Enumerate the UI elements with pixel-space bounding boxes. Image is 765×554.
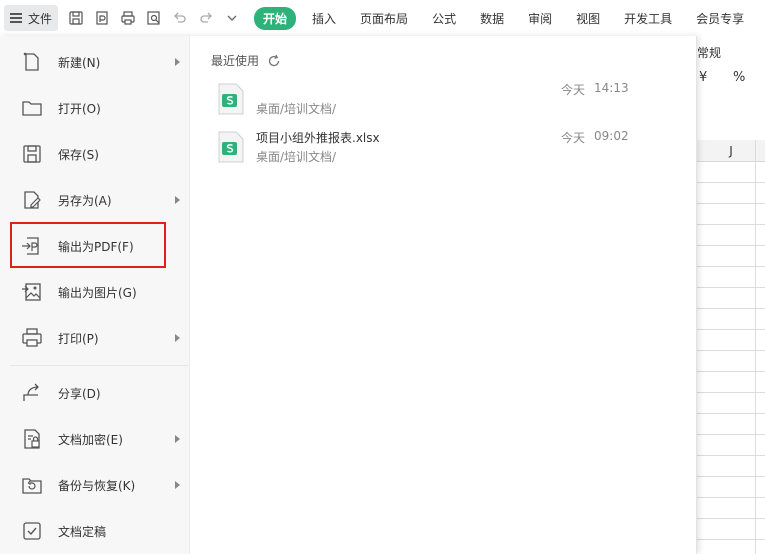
recent-file-time: 09:02	[594, 129, 629, 143]
menu-item-label: 新建(N)	[58, 55, 101, 70]
menu-item-export-image[interactable]: 输出为图片(G)	[0, 271, 190, 313]
recent-file-day: 今天	[561, 131, 586, 145]
save-icon	[19, 141, 45, 167]
recent-file-row[interactable]: 桌面/培训文档/ 今天 14:13	[218, 81, 638, 121]
tab-member[interactable]: 会员专享	[696, 10, 744, 27]
recent-file-day: 今天	[561, 83, 586, 97]
file-menu-panel: 新建(N) 打开(O) 保存(S) 另存为(A) 输出为PDF(F) 输出为图片…	[0, 36, 697, 554]
file-menu-label: 文件	[28, 11, 53, 26]
submenu-arrow-icon	[175, 196, 180, 204]
menu-item-label: 文档定稿	[58, 524, 107, 539]
menu-item-label: 另存为(A)	[58, 193, 112, 208]
recent-file-path: 桌面/培训文档/	[256, 102, 337, 116]
print-icon	[19, 325, 45, 351]
menu-item-label: 分享(D)	[58, 386, 101, 401]
menu-item-new[interactable]: 新建(N)	[0, 41, 190, 83]
spreadsheet-background: 常规 ¥ % J	[697, 36, 765, 554]
menu-item-label: 打开(O)	[58, 101, 101, 116]
column-divider	[755, 140, 756, 554]
tab-page-layout[interactable]: 页面布局	[360, 10, 408, 27]
ribbon-tabs: 开始 插入 页面布局 公式 数据 审阅 视图 开发工具 会员专享	[252, 6, 756, 30]
save-as-icon	[19, 187, 45, 213]
open-folder-icon	[19, 95, 45, 121]
finalize-icon	[19, 518, 45, 544]
spreadsheet-file-icon	[218, 83, 244, 115]
submenu-arrow-icon	[175, 481, 180, 489]
spreadsheet-file-icon	[218, 131, 244, 163]
hamburger-icon	[10, 13, 22, 23]
submenu-arrow-icon	[175, 334, 180, 342]
undo-icon[interactable]	[170, 8, 190, 28]
currency-format-button[interactable]: ¥	[699, 70, 707, 85]
menu-item-share[interactable]: 分享(D)	[0, 372, 190, 414]
menu-item-backup[interactable]: 备份与恢复(K)	[0, 464, 190, 506]
menu-item-save[interactable]: 保存(S)	[0, 133, 190, 175]
encrypt-icon	[19, 426, 45, 452]
menu-divider	[10, 365, 188, 366]
menu-item-save-as[interactable]: 另存为(A)	[0, 179, 190, 221]
export-pdf-icon[interactable]	[92, 8, 112, 28]
file-menu-button[interactable]: 文件	[4, 5, 59, 31]
menu-item-open[interactable]: 打开(O)	[0, 87, 190, 129]
share-icon	[19, 380, 45, 406]
tab-formulas[interactable]: 公式	[432, 10, 456, 27]
print-preview-icon[interactable]	[144, 8, 164, 28]
menu-item-print[interactable]: 打印(P)	[0, 317, 190, 359]
number-format-group: 常规 ¥ %	[697, 36, 765, 104]
backup-icon	[19, 472, 45, 498]
recent-files-title: 最近使用	[211, 54, 260, 68]
customize-chevron-icon[interactable]	[222, 8, 242, 28]
menu-item-encrypt[interactable]: 文档加密(E)	[0, 418, 190, 460]
tab-data[interactable]: 数据	[480, 10, 504, 27]
tab-view[interactable]: 视图	[576, 10, 600, 27]
highlight-annotation-box	[10, 222, 166, 268]
submenu-arrow-icon	[175, 435, 180, 443]
menu-item-label: 保存(S)	[58, 147, 99, 162]
number-format-select[interactable]: 常规	[697, 44, 721, 61]
save-icon[interactable]	[66, 8, 86, 28]
refresh-icon[interactable]	[267, 54, 281, 68]
recent-files-header: 最近使用	[211, 52, 281, 69]
top-toolbar: 文件 开始 插入 页面布局 公式 数据 审阅 视图 开发工具 会员专享	[0, 0, 765, 36]
redo-icon[interactable]	[196, 8, 216, 28]
menu-item-finalize[interactable]: 文档定稿	[0, 510, 190, 552]
submenu-arrow-icon	[175, 58, 180, 66]
quick-access-bar	[66, 8, 248, 28]
new-file-icon	[19, 49, 45, 75]
export-image-icon	[19, 279, 45, 305]
percent-format-button[interactable]: %	[733, 70, 745, 85]
menu-item-label: 备份与恢复(K)	[58, 478, 136, 493]
recent-file-name: 项目小组外推报表.xlsx	[256, 131, 380, 145]
recent-file-path: 桌面/培训文档/	[256, 150, 337, 164]
menu-item-label: 打印(P)	[58, 331, 99, 346]
menu-item-label: 文档加密(E)	[58, 432, 123, 447]
print-icon[interactable]	[118, 8, 138, 28]
tab-insert[interactable]: 插入	[312, 10, 336, 27]
recent-file-time: 14:13	[594, 81, 629, 95]
recent-file-row[interactable]: 项目小组外推报表.xlsx 桌面/培训文档/ 今天 09:02	[218, 129, 638, 169]
tab-review[interactable]: 审阅	[528, 10, 552, 27]
tab-home[interactable]: 开始	[254, 6, 297, 30]
menu-item-label: 输出为图片(G)	[58, 285, 137, 300]
tab-developer[interactable]: 开发工具	[624, 10, 672, 27]
file-menu-list: 新建(N) 打开(O) 保存(S) 另存为(A) 输出为PDF(F) 输出为图片…	[0, 36, 190, 554]
